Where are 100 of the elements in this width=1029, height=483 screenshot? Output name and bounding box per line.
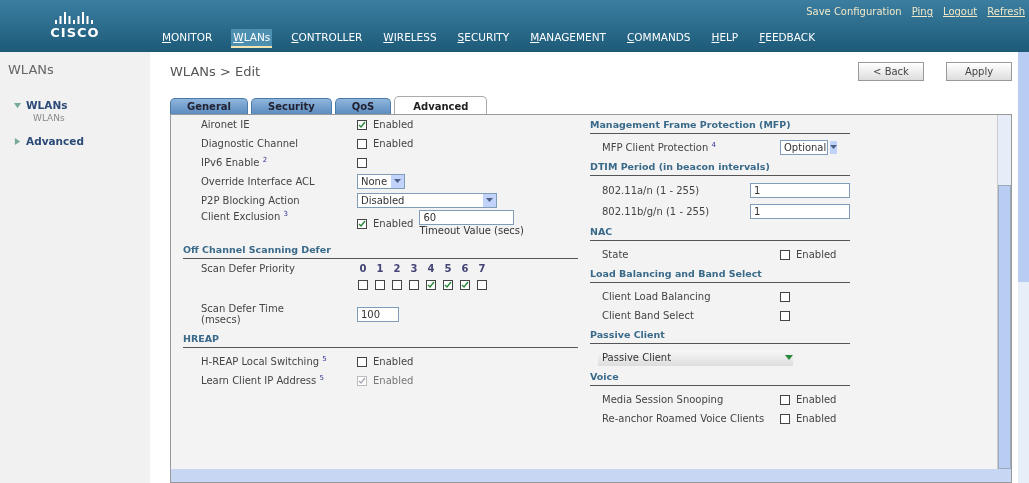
menu-item[interactable]: SECURITY — [455, 29, 512, 48]
field-label: Re-anchor Roamed Voice Clients — [601, 413, 766, 424]
vertical-scrollbar[interactable] — [997, 115, 1011, 469]
field-label: H-REAP Local Switching $^{5}$ — [200, 355, 328, 368]
priority-number: 0 — [358, 263, 368, 274]
section-heading: NAC — [590, 225, 614, 237]
header-link[interactable]: Refresh — [987, 6, 1025, 17]
tab[interactable]: QoS — [334, 98, 392, 114]
field-label: Client Band Select — [601, 310, 695, 321]
input-field[interactable]: 1 — [750, 204, 850, 219]
menu-item[interactable]: CONTROLLER — [289, 29, 365, 48]
field-label: Media Session Snooping — [601, 394, 725, 405]
field-label: Override Interface ACL — [200, 176, 316, 187]
menu-item[interactable]: WLANs — [231, 29, 273, 48]
priority-number: 7 — [477, 263, 487, 274]
dropdown[interactable]: Passive Client — [598, 349, 793, 366]
checkbox-label: Enabled — [373, 375, 414, 386]
field-hint: Timeout Value (secs) — [419, 225, 524, 236]
checkbox[interactable] — [443, 280, 453, 290]
checkbox-label: Enabled — [796, 249, 837, 260]
checkbox[interactable] — [426, 280, 436, 290]
priority-number: 1 — [375, 263, 385, 274]
checkbox[interactable] — [357, 138, 367, 149]
field-label: Client Load Balancing — [601, 291, 712, 302]
input-field[interactable]: 60 — [419, 210, 515, 225]
tab[interactable]: Security — [251, 98, 332, 114]
checkbox-label: Enabled — [796, 413, 837, 424]
dropdown[interactable]: None — [357, 174, 405, 189]
input-field[interactable]: 100 — [357, 306, 399, 322]
field-label: Learn Client IP Address $^{5}$ — [200, 374, 325, 387]
menu-item[interactable]: FEEDBACK — [757, 29, 818, 48]
checkbox[interactable] — [409, 280, 419, 290]
checkbox[interactable] — [358, 280, 368, 290]
priority-number: 5 — [443, 263, 453, 274]
priority-number: 3 — [409, 263, 419, 274]
dropdown[interactable]: Disabled — [357, 193, 497, 208]
menu-item[interactable]: MANAGEMENT — [528, 29, 608, 48]
field-label: Scan Defer Priority — [200, 263, 296, 274]
checkbox-label: Enabled — [373, 119, 414, 130]
header-link[interactable]: Save Configuration — [806, 6, 902, 17]
tab[interactable]: Advanced — [394, 96, 488, 114]
section-heading: Passive Client — [590, 328, 666, 340]
checkbox[interactable] — [780, 310, 790, 321]
checkbox[interactable] — [392, 280, 402, 290]
priority-number: 6 — [460, 263, 470, 274]
priority-number: 4 — [426, 263, 436, 274]
sidebar-item[interactable]: Advanced — [14, 135, 150, 147]
field-label: State — [601, 249, 630, 260]
section-heading: DTIM Period (in beacon intervals) — [590, 160, 771, 172]
field-label: Aironet IE — [200, 119, 251, 130]
input-field[interactable]: 1 — [750, 183, 850, 198]
menu-item[interactable]: COMMANDS — [624, 29, 693, 48]
page-scrollbar[interactable] — [1018, 52, 1029, 483]
field-label: Scan Defer Time — [201, 303, 285, 314]
checkbox[interactable] — [375, 280, 385, 290]
checkbox-label: Enabled — [373, 356, 414, 367]
checkbox[interactable] — [780, 291, 790, 302]
section-heading: Voice — [590, 370, 620, 382]
checkbox[interactable] — [357, 157, 367, 168]
header-link[interactable]: Logout — [943, 6, 978, 17]
section-heading: Load Balancing and Band Select — [590, 267, 763, 279]
checkbox[interactable] — [357, 218, 367, 229]
menu-item[interactable]: WIRELESS — [381, 29, 439, 48]
field-label: MFP Client Protection $^{4}$ — [601, 141, 717, 154]
collapsed-arrow-icon — [14, 137, 21, 145]
menu-item[interactable]: HELP — [709, 29, 741, 48]
field-label: IPv6 Enable $^{2}$ — [200, 156, 269, 169]
checkbox[interactable] — [357, 119, 367, 130]
field-label: P2P Blocking Action — [200, 195, 301, 206]
dropdown-arrow-icon — [785, 354, 793, 361]
logo-text: CISCO — [50, 25, 100, 40]
checkbox[interactable] — [780, 413, 790, 424]
checkbox-label: Enabled — [373, 138, 414, 149]
logo-bars-icon — [55, 12, 95, 24]
sidebar-item[interactable]: WLANs — [14, 99, 150, 111]
field-label: 802.11b/g/n (1 - 255) — [601, 206, 711, 217]
horizontal-scrollbar[interactable] — [171, 469, 1011, 482]
checkbox-label: Enabled — [373, 218, 414, 229]
toolbar-button[interactable]: < Back — [858, 61, 924, 81]
sidebar-subitem[interactable]: WLANs — [33, 113, 150, 123]
tab[interactable]: General — [170, 98, 248, 114]
field-label: Diagnostic Channel — [200, 138, 300, 149]
checkbox[interactable] — [780, 394, 790, 405]
header-link[interactable]: Ping — [911, 6, 933, 17]
checkbox[interactable] — [357, 356, 367, 367]
expanded-arrow-icon — [14, 101, 21, 109]
field-label: 802.11a/n (1 - 255) — [601, 185, 701, 196]
section-heading: Management Frame Protection (MFP) — [590, 118, 792, 130]
checkbox[interactable] — [780, 249, 790, 260]
priority-number: 2 — [392, 263, 402, 274]
sidebar-title: WLANs — [8, 62, 55, 77]
page-title: WLANs > Edit — [170, 63, 262, 79]
field-label: Client Exclusion $^{3}$ — [200, 210, 289, 223]
section-heading: Off Channel Scanning Defer — [183, 243, 332, 255]
section-heading: HREAP — [183, 332, 221, 344]
field-unit: (msecs) — [201, 314, 242, 325]
toolbar-button[interactable]: Apply — [946, 61, 1012, 81]
checkbox[interactable] — [477, 280, 487, 290]
checkbox[interactable] — [460, 280, 470, 290]
menu-item[interactable]: MONITOR — [160, 29, 215, 48]
